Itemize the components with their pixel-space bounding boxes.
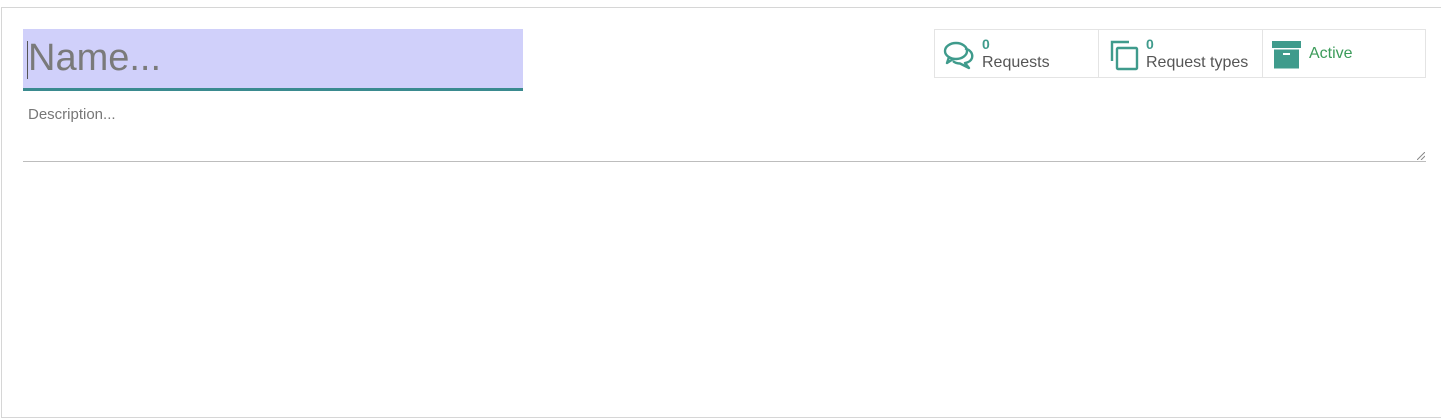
requests-count: 0 bbox=[982, 36, 990, 52]
requests-button[interactable]: 0 Requests bbox=[935, 30, 1099, 77]
comments-icon bbox=[943, 41, 974, 70]
description-textarea[interactable] bbox=[23, 104, 1426, 161]
name-input[interactable] bbox=[23, 29, 523, 88]
description-field-wrapper bbox=[23, 104, 1426, 162]
archive-toggle-button[interactable]: Active bbox=[1263, 30, 1425, 77]
copy-icon bbox=[1110, 40, 1139, 71]
request-types-button[interactable]: 0 Request types bbox=[1099, 30, 1263, 77]
requests-label: Requests bbox=[982, 54, 1050, 71]
resize-handle-icon[interactable] bbox=[1417, 152, 1425, 160]
smart-button-box: 0 Requests 0 Request types Active bbox=[934, 29, 1426, 78]
text-caret bbox=[27, 41, 28, 79]
active-status-label: Active bbox=[1309, 45, 1353, 62]
name-field-wrapper bbox=[23, 29, 523, 91]
form-sheet: 0 Requests 0 Request types Active bbox=[1, 7, 1441, 418]
request-types-label: Request types bbox=[1146, 54, 1249, 71]
request-types-count: 0 bbox=[1146, 36, 1154, 52]
archive-icon bbox=[1272, 41, 1301, 69]
